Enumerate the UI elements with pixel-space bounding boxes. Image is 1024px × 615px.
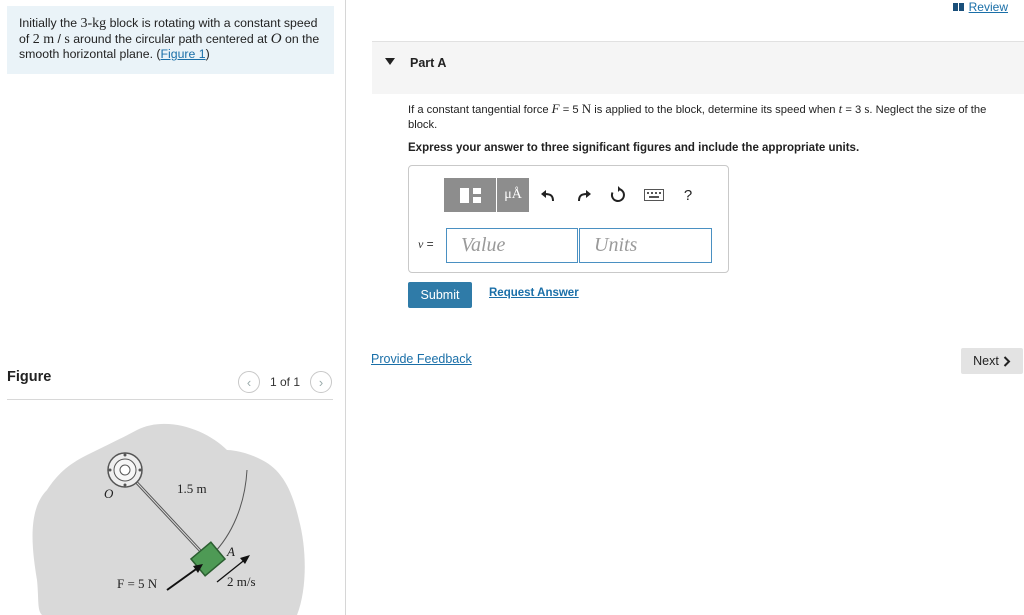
figure-diagram: O 1.5 m A F = 5 N 2 m/s: [32, 423, 305, 615]
question-text: If a constant tangential force F = 5 N i…: [408, 101, 987, 131]
units-icon[interactable]: μÅ: [497, 178, 529, 212]
math-toolbar: μÅ ?: [444, 178, 703, 212]
part-title: Part A: [410, 56, 447, 70]
next-label: Next: [973, 354, 999, 368]
templates-icon[interactable]: [444, 178, 496, 212]
problem-text: Initially the: [19, 16, 81, 30]
request-answer-link[interactable]: Request Answer: [489, 287, 579, 299]
label-velocity: 2 m/s: [227, 574, 256, 589]
units-input[interactable]: [579, 228, 712, 263]
label-a: A: [226, 544, 235, 559]
problem-text: /: [54, 31, 65, 46]
figure-link[interactable]: Figure 1: [161, 47, 206, 61]
problem-text: around the circular path centered at: [69, 31, 271, 46]
problem-statement: Initially the 3-kg block is rotating wit…: [7, 6, 334, 74]
provide-feedback-link[interactable]: Provide Feedback: [371, 352, 472, 366]
label-o: O: [104, 486, 114, 501]
figure-heading: Figure: [7, 369, 52, 385]
problem-center: O: [270, 30, 282, 47]
keyboard-icon[interactable]: [639, 178, 669, 212]
left-panel: Initially the 3-kg block is rotating wit…: [0, 0, 346, 615]
review-label[interactable]: Review: [969, 0, 1008, 14]
review-link[interactable]: Review: [952, 0, 1008, 14]
submit-button[interactable]: Submit: [408, 282, 472, 308]
book-icon: [952, 3, 964, 11]
figure-pager: ‹ 1 of 1 ›: [238, 371, 333, 393]
help-icon[interactable]: ?: [673, 178, 703, 212]
smooth-plane: [32, 423, 305, 615]
problem-speed: 2 m: [32, 31, 55, 47]
reset-icon[interactable]: [603, 178, 633, 212]
chevron-right-icon: [1003, 355, 1011, 367]
figure-counter: 1 of 1: [270, 375, 301, 389]
var-force: F: [551, 101, 560, 116]
part-header[interactable]: [372, 42, 1024, 94]
caret-down-icon[interactable]: [385, 58, 395, 65]
chevron-right-icon[interactable]: ›: [310, 371, 333, 393]
undo-icon[interactable]: [533, 178, 563, 212]
label-length: 1.5 m: [177, 481, 207, 496]
value-input[interactable]: [446, 228, 578, 263]
unit-newton: N: [581, 101, 592, 116]
answer-label: v =: [418, 237, 434, 251]
next-button[interactable]: Next: [961, 348, 1023, 374]
label-force: F = 5 N: [117, 576, 158, 591]
problem-text: ): [205, 47, 210, 61]
instruction-text: Express your answer to three significant…: [408, 142, 860, 154]
problem-mass: 3-kg: [80, 16, 107, 31]
chevron-left-icon[interactable]: ‹: [238, 371, 260, 393]
redo-icon[interactable]: [569, 178, 599, 212]
